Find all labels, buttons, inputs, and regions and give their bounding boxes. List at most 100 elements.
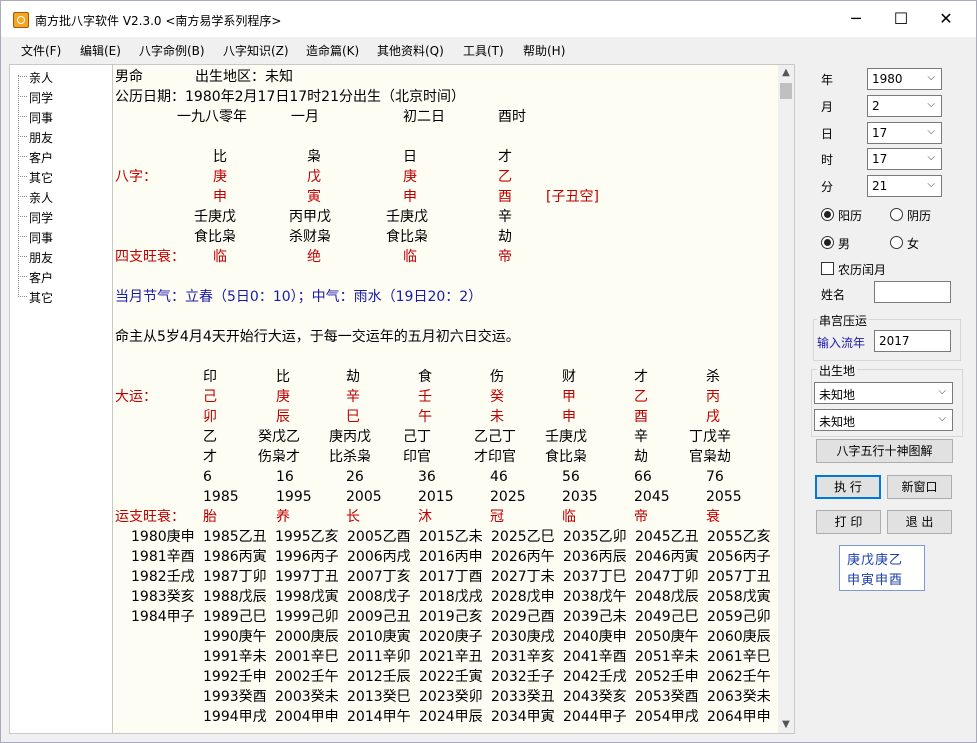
lunar-date-cell: 一月 bbox=[291, 109, 319, 125]
liunian-cell: 2013癸巳 bbox=[347, 689, 411, 705]
vertical-scrollbar[interactable]: ▲ ▼ bbox=[778, 64, 795, 734]
day-label: 日 bbox=[821, 127, 834, 141]
liunian-cell: 2010庚寅 bbox=[347, 629, 411, 645]
liunian-cell: 2037丁巳 bbox=[563, 569, 627, 585]
dayun-cangshen-cell: 官枭劫 bbox=[689, 449, 731, 465]
province-select[interactable]: 未知地 ⌵ bbox=[814, 382, 953, 404]
dayun-canggan-cell: 辛 bbox=[634, 429, 648, 445]
tree-item-relatives[interactable]: 亲人 bbox=[10, 186, 110, 206]
scroll-up-icon[interactable]: ▲ bbox=[778, 65, 794, 81]
leap-month-checkbox[interactable] bbox=[821, 262, 834, 275]
dayun-age-cell: 26 bbox=[346, 469, 364, 485]
minute-value: 21 bbox=[872, 179, 888, 193]
year-label: 年 bbox=[821, 73, 834, 87]
dayun-age-cell: 16 bbox=[276, 469, 294, 485]
xiaoyun-cell: 1981辛酉 bbox=[131, 549, 195, 565]
dayun-shishen-cell: 杀 bbox=[706, 369, 720, 385]
day-select[interactable]: 17 ⌵ bbox=[867, 122, 942, 144]
liunian-cell: 2027丁未 bbox=[491, 569, 555, 585]
female-radio[interactable] bbox=[890, 236, 903, 249]
liunian-cell: 2061辛巳 bbox=[707, 649, 771, 665]
tree-item-clients[interactable]: 客户 bbox=[10, 146, 110, 166]
dayun-wangshuai-cell: 胎 bbox=[203, 509, 217, 525]
liunian-cell: 1997丁丑 bbox=[275, 569, 339, 585]
menu-tools[interactable]: 工具(T) bbox=[463, 42, 504, 59]
liunian-cell: 2052壬申 bbox=[635, 669, 699, 685]
close-button[interactable]: ✕ bbox=[923, 1, 969, 37]
liunian-cell: 1989己巳 bbox=[203, 609, 267, 625]
tree-item-friends[interactable]: 朋友 bbox=[10, 246, 110, 266]
dayun-cangshen-cell: 比杀枭 bbox=[329, 449, 371, 465]
scroll-down-icon[interactable]: ▼ bbox=[778, 717, 794, 733]
solar-radio[interactable] bbox=[821, 208, 834, 221]
tree-item-label: 同事 bbox=[29, 231, 54, 245]
menu-file[interactable]: 文件(F) bbox=[21, 42, 61, 59]
liunian-cell: 2001辛巳 bbox=[275, 649, 339, 665]
scroll-thumb[interactable] bbox=[780, 83, 792, 99]
menu-zaoming[interactable]: 造命篇(K) bbox=[306, 42, 359, 59]
tree-item-classmates[interactable]: 同学 bbox=[10, 206, 110, 226]
hour-select[interactable]: 17 ⌵ bbox=[867, 148, 942, 170]
tree-item-label: 其它 bbox=[29, 291, 54, 305]
dayun-wangshuai-cell: 帝 bbox=[634, 509, 648, 525]
dayun-gan-cell: 己 bbox=[203, 389, 217, 405]
liunian-cell: 1993癸酉 bbox=[203, 689, 267, 705]
month-select[interactable]: 2 ⌵ bbox=[867, 95, 942, 117]
minimize-button[interactable]: ─ bbox=[833, 1, 879, 37]
liunian-input[interactable]: 2017 bbox=[874, 330, 951, 352]
menu-bazi-cases[interactable]: 八字命例(B) bbox=[139, 42, 205, 59]
maximize-button[interactable]: ☐ bbox=[878, 1, 924, 37]
liunian-cell: 2015乙未 bbox=[419, 529, 483, 545]
dayun-gan-cell: 庚 bbox=[276, 389, 290, 405]
tree-item-relatives[interactable]: 亲人 bbox=[10, 66, 110, 86]
chart-text-area[interactable]: 男命 出生地区：未知 公历日期：1980年2月17日17时21分出生（北京时间）… bbox=[112, 64, 780, 734]
tree-item-others[interactable]: 其它 bbox=[10, 166, 110, 186]
badge-gan-line: 庚戊庚乙 bbox=[847, 553, 904, 568]
name-input[interactable] bbox=[874, 281, 951, 303]
print-button[interactable]: 打 印 bbox=[816, 510, 881, 534]
liunian-cell: 2029己酉 bbox=[491, 609, 555, 625]
dayun-age-cell: 6 bbox=[203, 469, 212, 485]
tree-item-label: 客户 bbox=[29, 271, 54, 285]
lunar-radio[interactable] bbox=[890, 208, 903, 221]
solar-label: 阳历 bbox=[838, 209, 863, 223]
yunzhi-wangshuai-label: 运支旺衰： bbox=[115, 509, 185, 525]
wuxing-diagram-button[interactable]: 八字五行十神图解 bbox=[816, 439, 953, 463]
liunian-cell: 1998戊寅 bbox=[275, 589, 339, 605]
pillar-wangshuai-cell: 绝 bbox=[307, 249, 321, 265]
liunian-link[interactable]: 输入流年 bbox=[817, 334, 865, 351]
tree-item-classmates[interactable]: 同学 bbox=[10, 86, 110, 106]
run-button[interactable]: 执 行 bbox=[815, 475, 881, 499]
liunian-cell: 2043癸亥 bbox=[563, 689, 627, 705]
dayun-zhi-cell: 卯 bbox=[203, 409, 217, 425]
tree-item-colleagues[interactable]: 同事 bbox=[10, 106, 110, 126]
tree-item-clients[interactable]: 客户 bbox=[10, 266, 110, 286]
tree-item-label: 亲人 bbox=[29, 191, 54, 205]
menu-bazi-knowledge[interactable]: 八字知识(Z) bbox=[223, 42, 289, 59]
liunian-cell: 1990庚午 bbox=[203, 629, 267, 645]
dayun-year-cell: 1985 bbox=[203, 489, 239, 505]
city-select[interactable]: 未知地 ⌵ bbox=[814, 409, 953, 431]
exit-button[interactable]: 退 出 bbox=[887, 510, 952, 534]
liunian-cell: 2014甲午 bbox=[347, 709, 411, 725]
liunian-cell: 2058戊寅 bbox=[707, 589, 771, 605]
year-select[interactable]: 1980 ⌵ bbox=[867, 68, 942, 90]
dayun-gan-cell: 丙 bbox=[706, 389, 720, 405]
month-value: 2 bbox=[872, 99, 880, 113]
new-window-button[interactable]: 新窗口 bbox=[887, 475, 952, 499]
minute-select[interactable]: 21 ⌵ bbox=[867, 175, 942, 197]
tree-item-friends[interactable]: 朋友 bbox=[10, 126, 110, 146]
menu-edit[interactable]: 编辑(E) bbox=[80, 42, 121, 59]
liunian-cell: 2063癸未 bbox=[707, 689, 771, 705]
male-radio[interactable] bbox=[821, 236, 834, 249]
menu-help[interactable]: 帮助(H) bbox=[523, 42, 565, 59]
dayun-cangshen-cell: 才印官 bbox=[474, 449, 516, 465]
dayun-gan-cell: 癸 bbox=[490, 389, 504, 405]
dayun-shishen-cell: 食 bbox=[418, 369, 432, 385]
liunian-cell: 2026丙午 bbox=[491, 549, 555, 565]
liunian-cell: 1985乙丑 bbox=[203, 529, 267, 545]
tree-item-colleagues[interactable]: 同事 bbox=[10, 226, 110, 246]
pillar-gan-cell: 乙 bbox=[498, 169, 512, 185]
menu-other-info[interactable]: 其他资料(Q) bbox=[377, 42, 444, 59]
tree-item-others[interactable]: 其它 bbox=[10, 286, 110, 306]
